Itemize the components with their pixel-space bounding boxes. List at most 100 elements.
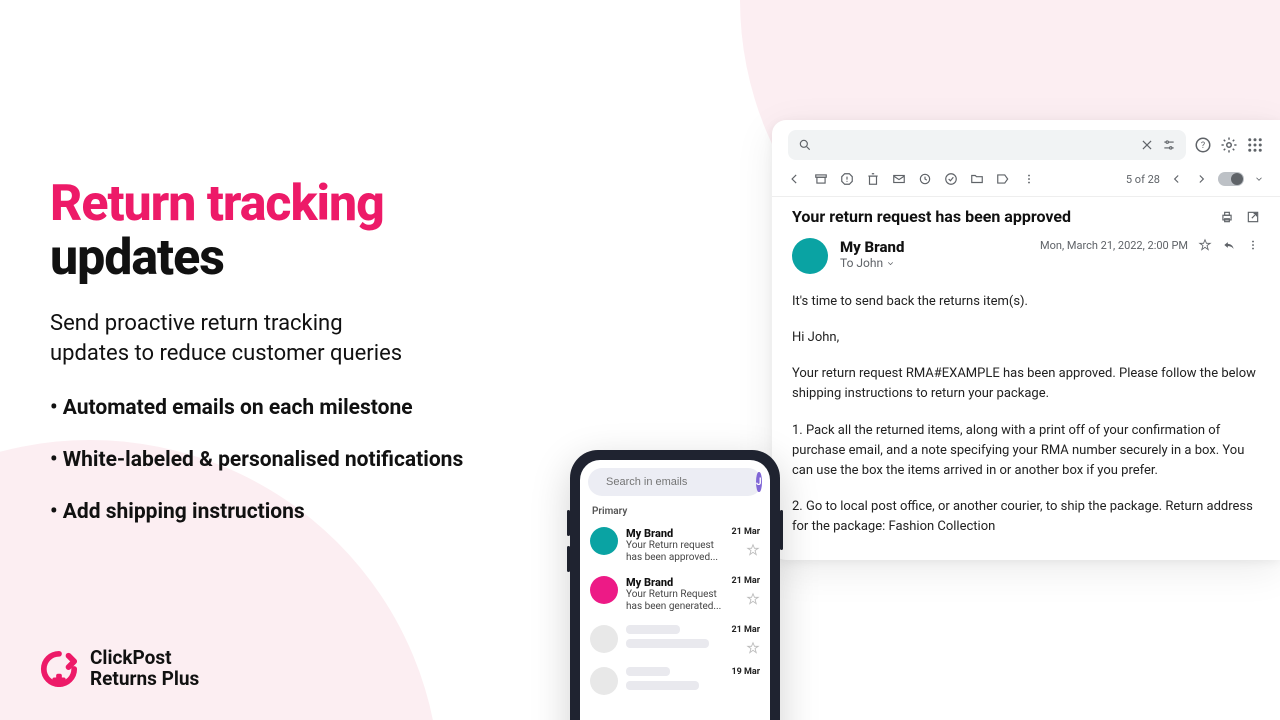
list-info: [626, 625, 723, 655]
back-icon[interactable]: [788, 172, 802, 186]
list-item[interactable]: My Brand Your Return Request has been ge…: [588, 570, 762, 619]
bullet-1: • Automated emails on each milestone: [50, 396, 590, 420]
list-item[interactable]: My Brand Your Return request has been ap…: [588, 521, 762, 570]
list-item[interactable]: 19 Mar: [588, 661, 762, 701]
reply-icon[interactable]: [1222, 238, 1236, 252]
mark-unread-icon[interactable]: [892, 172, 906, 186]
email-viewer: ? 5 of 28 Yo: [772, 120, 1280, 560]
body-p5: 2. Go to local post office, or another c…: [792, 497, 1260, 537]
list-right: 21 Mar: [731, 527, 760, 564]
bullet-3: • Add shipping instructions: [50, 500, 590, 524]
star-icon[interactable]: [1198, 238, 1212, 252]
phone-shell: J Primary My Brand Your Return request h…: [570, 450, 780, 720]
bullet-2: • White-labeled & personalised notificat…: [50, 448, 590, 472]
email-top: ?: [772, 120, 1280, 166]
list-avatar: [590, 527, 618, 555]
list-date: 21 Mar: [731, 576, 760, 586]
list-item[interactable]: 21 Mar: [588, 619, 762, 661]
list-avatar: [590, 667, 618, 695]
hero-subtitle: Send proactive return tracking updates t…: [50, 309, 590, 368]
input-toggle[interactable]: [1218, 172, 1244, 186]
skeleton-line: [626, 625, 680, 634]
email-subject: Your return request has been approved: [792, 207, 1208, 226]
subject-row: Your return request has been approved: [772, 197, 1280, 230]
email-body: It's time to send back the returns item(…: [772, 274, 1280, 560]
list-right: 21 Mar: [731, 576, 760, 613]
chevron-down-icon[interactable]: [1254, 172, 1264, 186]
more-icon[interactable]: [1246, 238, 1260, 252]
star-icon[interactable]: [746, 543, 760, 557]
label-icon[interactable]: [996, 172, 1010, 186]
more-icon[interactable]: [1022, 172, 1036, 186]
brand-name-l2: Returns Plus: [90, 669, 199, 690]
gear-icon[interactable]: [1220, 136, 1238, 154]
skeleton-line: [626, 667, 670, 676]
delete-icon[interactable]: [866, 172, 880, 186]
pager-label: 5 of 28: [1126, 173, 1160, 186]
brand-logo-icon: [40, 650, 78, 688]
tune-icon[interactable]: [1162, 138, 1176, 152]
sender-row: My Brand To John Mon, March 21, 2022, 2:…: [772, 230, 1280, 274]
email-meta: Mon, March 21, 2022, 2:00 PM: [1040, 238, 1260, 252]
next-icon[interactable]: [1194, 172, 1208, 186]
header-actions: ?: [1194, 136, 1264, 154]
task-icon[interactable]: [944, 172, 958, 186]
list-sender: My Brand: [626, 527, 723, 540]
list-info: My Brand Your Return Request has been ge…: [626, 576, 723, 613]
help-icon[interactable]: ?: [1194, 136, 1212, 154]
star-icon[interactable]: [746, 641, 760, 655]
apps-icon[interactable]: [1246, 136, 1264, 154]
list-sender: My Brand: [626, 576, 723, 589]
list-avatar: [590, 625, 618, 653]
prev-icon[interactable]: [1170, 172, 1184, 186]
search-icon: [798, 138, 812, 152]
brand-name-l1: ClickPost: [90, 648, 199, 669]
sender-info: My Brand To John: [840, 238, 1028, 270]
skeleton-line: [626, 681, 699, 690]
star-icon[interactable]: [746, 592, 760, 606]
print-icon[interactable]: [1220, 210, 1234, 224]
spam-icon[interactable]: [840, 172, 854, 186]
phone-tab-primary[interactable]: Primary: [592, 506, 758, 517]
move-icon[interactable]: [970, 172, 984, 186]
list-right: 21 Mar: [731, 625, 760, 655]
phone-screen: J Primary My Brand Your Return request h…: [580, 460, 770, 720]
phone-search-input[interactable]: [606, 476, 748, 488]
chevron-down-icon: [886, 259, 895, 268]
list-right: 19 Mar: [731, 667, 760, 695]
close-icon[interactable]: [1140, 138, 1154, 152]
phone-avatar[interactable]: J: [756, 472, 762, 492]
to-label: To John: [840, 256, 883, 270]
list-preview: Your Return request has been approved...: [626, 540, 723, 564]
hero-subtitle-l2: updates to reduce customer queries: [50, 341, 402, 366]
archive-icon[interactable]: [814, 172, 828, 186]
skeleton-line: [626, 639, 709, 648]
list-preview: Your Return Request has been generated..…: [626, 589, 723, 613]
list-date: 21 Mar: [731, 527, 760, 537]
phone-mockup: J Primary My Brand Your Return request h…: [570, 450, 780, 720]
hero-title-accent: Return tracking: [50, 175, 590, 233]
to-line[interactable]: To John: [840, 256, 1028, 270]
phone-side-button: [780, 510, 783, 550]
list-date: 21 Mar: [731, 625, 760, 635]
avatar: [792, 238, 828, 274]
svg-text:?: ?: [1201, 141, 1205, 151]
popout-icon[interactable]: [1246, 210, 1260, 224]
pager: 5 of 28: [1126, 172, 1264, 186]
body-p2: Hi John,: [792, 328, 1260, 348]
stage: Return tracking updates Send proactive r…: [0, 0, 1280, 720]
list-info: [626, 667, 723, 695]
phone-search[interactable]: J: [588, 468, 762, 496]
list-avatar: [590, 576, 618, 604]
hero-bullets: • Automated emails on each milestone • W…: [50, 396, 590, 524]
brand-name: ClickPost Returns Plus: [90, 648, 199, 690]
list-date: 19 Mar: [731, 667, 760, 677]
hero-title: updates: [50, 229, 590, 287]
body-p1: It's time to send back the returns item(…: [792, 292, 1260, 312]
brand: ClickPost Returns Plus: [40, 648, 199, 690]
snooze-icon[interactable]: [918, 172, 932, 186]
hero-copy: Return tracking updates Send proactive r…: [50, 175, 590, 552]
list-info: My Brand Your Return request has been ap…: [626, 527, 723, 564]
sender-name: My Brand: [840, 238, 1028, 256]
search-input[interactable]: [788, 130, 1186, 160]
